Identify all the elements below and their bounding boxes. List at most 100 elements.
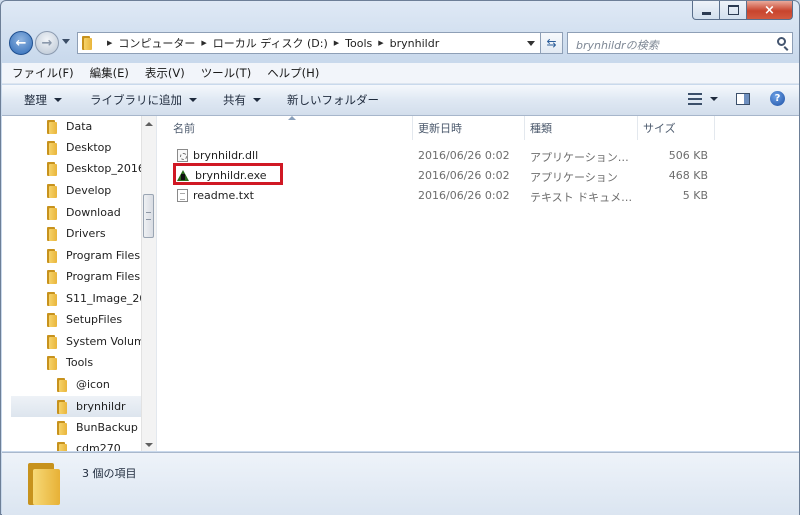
close-icon: ×	[764, 2, 775, 18]
folder-icon	[47, 140, 57, 155]
search-icon[interactable]	[777, 37, 786, 46]
include-in-library-button[interactable]: ライブラリに追加	[72, 92, 207, 108]
tree-item-program-files-x86[interactable]: Program Files	[47, 266, 140, 287]
back-button[interactable]: ←	[9, 31, 33, 55]
column-header-name[interactable]: 名前	[173, 116, 195, 140]
tree-item-s11-image[interactable]: S11_Image_20	[47, 288, 146, 309]
tree-item-label: Desktop_2016	[66, 162, 145, 175]
file-size: 5 KB	[682, 189, 708, 202]
menu-view[interactable]: 表示(V)	[135, 65, 191, 81]
tree-item-icon[interactable]: @icon	[57, 374, 110, 395]
tree-item-cdm270[interactable]: cdm270	[57, 438, 121, 451]
address-dropdown-icon[interactable]	[527, 41, 535, 46]
menu-file[interactable]: ファイル(F)	[2, 65, 80, 81]
column-divider[interactable]	[524, 116, 525, 140]
folder-icon	[57, 441, 67, 451]
search-input[interactable]: brynhildrの検索	[567, 32, 793, 54]
content-area: Data Desktop Desktop_2016 Develop Downlo…	[2, 116, 799, 451]
tree-item-desktop[interactable]: Desktop	[47, 137, 111, 158]
share-label: 共有	[223, 93, 246, 107]
menu-edit[interactable]: 編集(E)	[80, 65, 135, 81]
chevron-down-icon	[54, 98, 62, 102]
tree-item-tools[interactable]: Tools	[47, 352, 93, 373]
folder-icon	[47, 205, 57, 220]
scroll-up-icon[interactable]	[145, 122, 153, 126]
breadcrumb-brynhildr[interactable]: brynhildr	[390, 37, 440, 50]
arrow-right-icon: →	[41, 35, 53, 51]
new-folder-label: 新しいフォルダー	[287, 93, 379, 107]
close-button[interactable]: ×	[747, 1, 793, 20]
new-folder-button[interactable]: 新しいフォルダー	[271, 92, 389, 108]
breadcrumb-arrow-icon[interactable]: ▶	[107, 39, 112, 47]
file-size: 468 KB	[668, 169, 708, 182]
folder-icon	[47, 183, 57, 198]
tree-item-download[interactable]: Download	[47, 202, 121, 223]
tree-item-label: cdm270	[76, 442, 121, 451]
organize-button[interactable]: 整理	[2, 92, 72, 108]
file-date: 2016/06/26 0:02	[418, 189, 510, 202]
file-row-readme-txt[interactable]: readme.txt 2016/06/26 0:02 テキスト ドキュメ… 5 …	[158, 186, 799, 206]
column-header-date[interactable]: 更新日時	[418, 116, 462, 140]
tree-item-setupfiles[interactable]: SetupFiles	[47, 309, 122, 330]
navigation-scrollbar[interactable]	[141, 116, 156, 451]
tree-item-label: BunBackup	[76, 421, 138, 434]
tree-item-system-volume[interactable]: System Volume	[47, 331, 151, 352]
highlight-box	[173, 163, 283, 185]
item-count: 3 個の項目	[82, 467, 137, 480]
folder-icon	[47, 355, 57, 370]
tree-item-label: Drivers	[66, 227, 106, 240]
dll-file-icon	[177, 149, 188, 162]
share-button[interactable]: 共有	[207, 92, 271, 108]
menu-bar: ファイル(F) 編集(E) 表示(V) ツール(T) ヘルプ(H)	[2, 63, 799, 84]
tree-item-develop[interactable]: Develop	[47, 180, 111, 201]
recent-pages-dropdown-icon[interactable]	[62, 39, 70, 44]
help-icon[interactable]: ?	[770, 91, 785, 106]
folder-icon	[28, 463, 60, 505]
folder-icon	[47, 269, 57, 284]
preview-pane-icon[interactable]	[736, 92, 750, 105]
maximize-icon	[727, 5, 739, 15]
tree-item-label: @icon	[76, 378, 110, 391]
column-divider[interactable]	[412, 116, 413, 140]
view-controls: ?	[688, 91, 785, 106]
forward-button[interactable]: →	[35, 31, 59, 55]
column-header-size[interactable]: サイズ	[643, 116, 676, 140]
breadcrumb-tools[interactable]: Tools	[345, 37, 372, 50]
breadcrumb-local-disk[interactable]: ローカル ディスク (D:)	[213, 35, 328, 51]
address-bar[interactable]: ▶ コンピューター ▶ ローカル ディスク (D:) ▶ Tools ▶ bry…	[77, 32, 541, 54]
refresh-icon: ⇆	[546, 36, 557, 50]
file-name-cell: readme.txt	[177, 189, 254, 202]
breadcrumb-computer[interactable]: コンピューター	[118, 35, 195, 51]
view-options-dropdown-icon[interactable]	[710, 96, 718, 101]
breadcrumb-arrow-icon[interactable]: ▶	[334, 39, 339, 47]
tree-item-bunbackup[interactable]: BunBackup	[57, 417, 138, 438]
file-type: テキスト ドキュメ…	[530, 191, 633, 204]
maximize-button[interactable]	[720, 1, 747, 20]
folder-icon	[57, 420, 67, 435]
folder-icon	[82, 36, 92, 50]
menu-help[interactable]: ヘルプ(H)	[257, 65, 325, 81]
menu-tools[interactable]: ツール(T)	[191, 65, 258, 81]
explorer-window: × ← → ▶ コンピューター ▶ ローカル ディスク (D:) ▶ Tools…	[0, 0, 800, 515]
tree-item-drivers[interactable]: Drivers	[47, 223, 106, 244]
tree-item-program-files[interactable]: Program Files	[47, 245, 140, 266]
column-header-type[interactable]: 種類	[530, 116, 552, 140]
refresh-button[interactable]: ⇆	[541, 32, 563, 54]
caption-buttons: ×	[692, 1, 793, 20]
file-date: 2016/06/26 0:02	[418, 149, 510, 162]
minimize-button[interactable]	[692, 1, 720, 20]
tree-item-data[interactable]: Data	[47, 116, 92, 137]
breadcrumb-arrow-icon[interactable]: ▶	[378, 39, 383, 47]
scroll-down-icon[interactable]	[145, 443, 153, 447]
text-file-icon	[177, 189, 188, 202]
file-list: 名前 更新日時 種類 サイズ brynhildr.dll 2016/06/26 …	[158, 116, 799, 451]
folder-icon	[47, 226, 57, 241]
tree-item-label: Tools	[66, 356, 94, 369]
view-details-icon[interactable]	[688, 92, 702, 105]
breadcrumb-arrow-icon[interactable]: ▶	[201, 39, 206, 47]
scrollbar-thumb[interactable]	[143, 194, 154, 238]
column-divider[interactable]	[714, 116, 715, 140]
tree-item-desktop-2016[interactable]: Desktop_2016	[47, 158, 145, 179]
tree-item-brynhildr[interactable]: brynhildr	[11, 396, 141, 417]
column-divider[interactable]	[637, 116, 638, 140]
